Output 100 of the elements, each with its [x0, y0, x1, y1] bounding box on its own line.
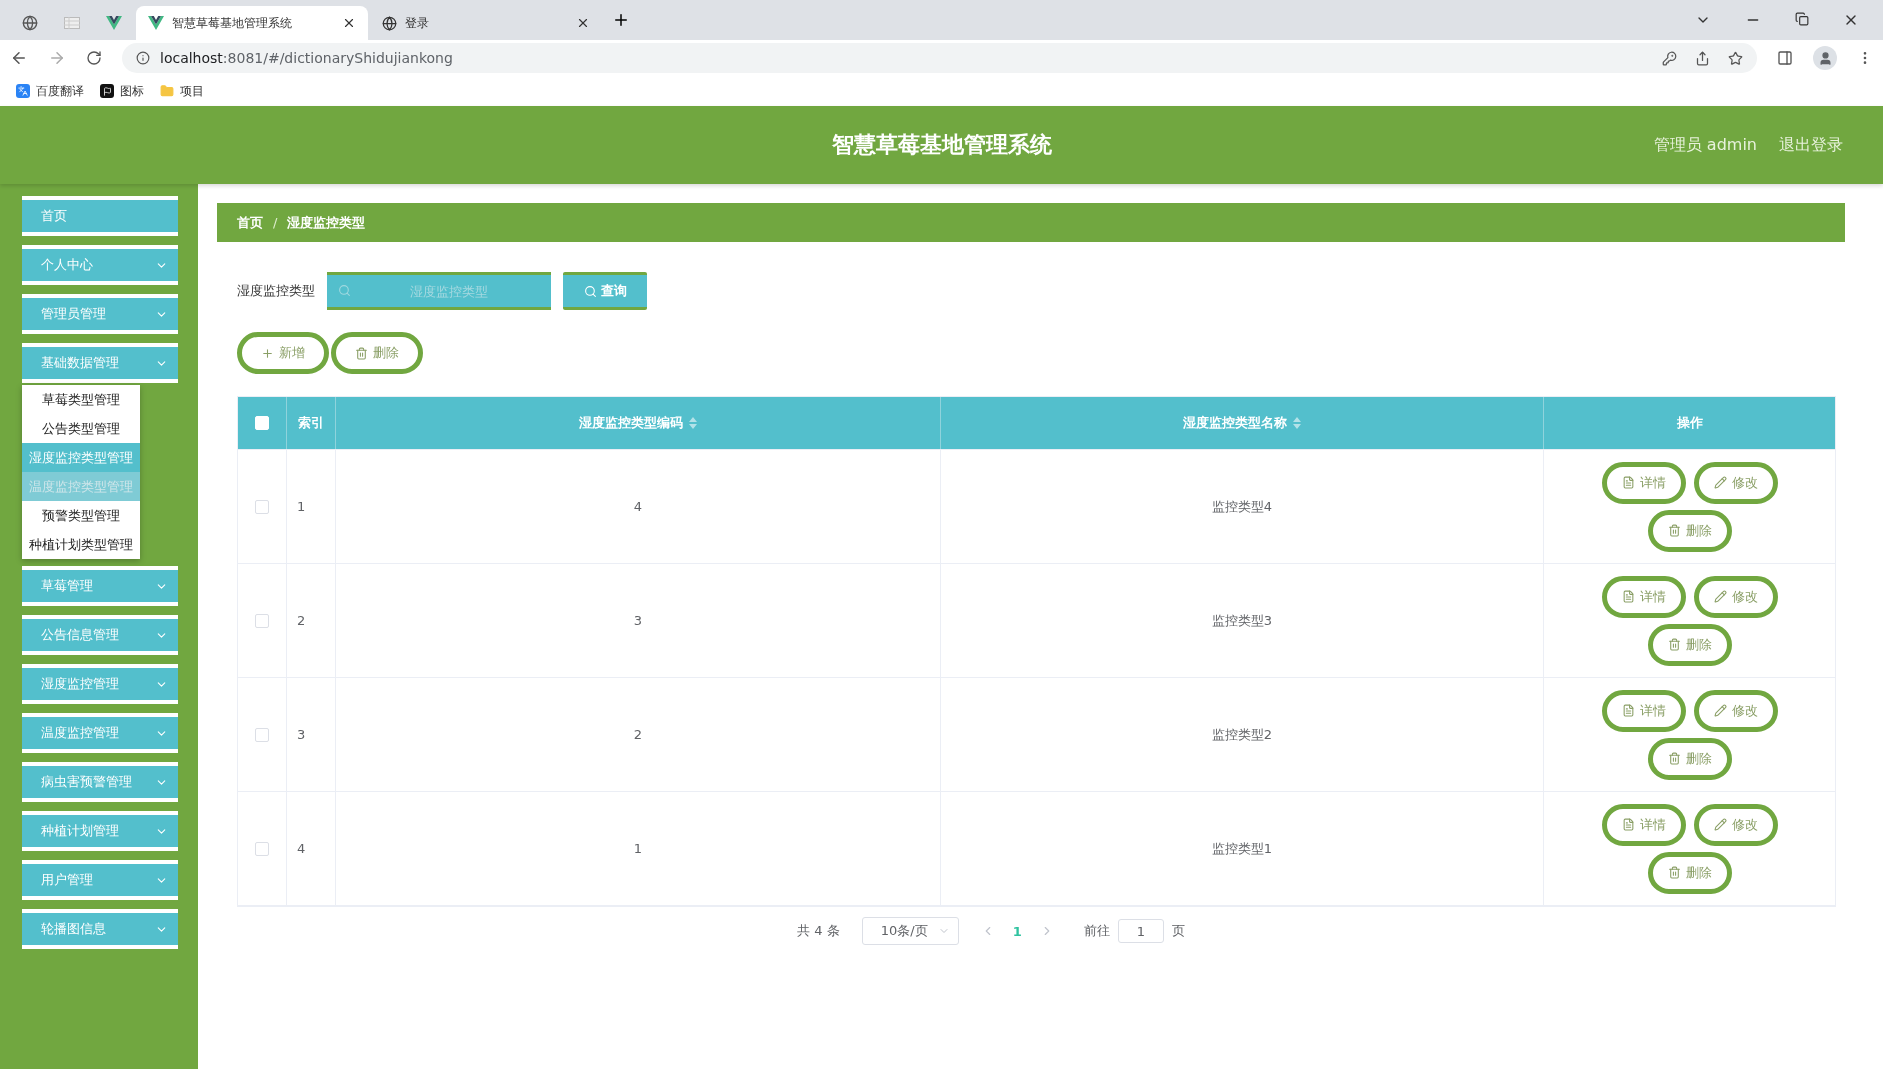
document-icon	[1621, 818, 1635, 831]
document-icon	[1621, 476, 1635, 489]
submenu-item[interactable]: 种植计划类型管理	[22, 530, 140, 559]
table-cell: 监控类型3	[941, 564, 1544, 677]
star-icon[interactable]	[1728, 50, 1743, 66]
table-cell: 1	[287, 450, 336, 563]
details-button[interactable]: 详情	[1601, 461, 1686, 504]
bookmark[interactable]: 百度翻译	[16, 82, 84, 100]
page-size-select[interactable]: 10条/页	[861, 917, 959, 945]
side-panel-icon[interactable]	[1777, 50, 1793, 66]
query-button[interactable]: 查询	[563, 272, 647, 310]
details-button[interactable]: 详情	[1601, 803, 1686, 846]
url-host: localhost	[160, 50, 223, 66]
goto-label: 前往	[1083, 922, 1110, 940]
submenu-item[interactable]: 预警类型管理	[22, 501, 140, 530]
bookmark[interactable]: 项目	[160, 82, 204, 100]
row-checkbox[interactable]	[255, 499, 269, 514]
close-icon[interactable]	[576, 16, 590, 30]
restore-icon[interactable]	[1795, 12, 1809, 26]
delete-button[interactable]: 删除	[1647, 623, 1732, 666]
key-icon[interactable]	[1662, 50, 1677, 66]
sidebar-item[interactable]: 温度监控管理	[22, 713, 178, 753]
pencil-icon	[1713, 818, 1727, 831]
globe-icon[interactable]	[22, 15, 38, 31]
row-checkbox[interactable]	[255, 613, 269, 628]
table-cell: 4	[336, 450, 941, 563]
url-path: :8081/#/dictionaryShidujiankong	[222, 50, 453, 66]
column-header: 索引	[287, 397, 336, 449]
column-header[interactable]: 湿度监控类型编码	[336, 397, 941, 449]
sidebar-item[interactable]: 首页	[22, 196, 178, 236]
row-checkbox[interactable]	[255, 841, 269, 856]
submenu-item[interactable]: 湿度监控类型管理	[22, 443, 140, 472]
trash-icon	[1667, 524, 1681, 537]
breadcrumb-item[interactable]: 湿度监控类型	[287, 213, 366, 232]
sidebar-item[interactable]: 基础数据管理	[22, 343, 178, 383]
address-bar[interactable]: localhost:8081/#/dictionaryShidujiankong	[122, 43, 1757, 73]
plus-icon	[261, 346, 274, 360]
user-label: 管理员 admin	[1653, 134, 1757, 156]
row-checkbox[interactable]	[255, 727, 269, 742]
delete-button[interactable]: 删除	[1647, 509, 1732, 552]
back-icon[interactable]	[10, 49, 28, 67]
profile-avatar[interactable]	[1813, 46, 1837, 70]
sidebar-item[interactable]: 病虫害预警管理	[22, 762, 178, 802]
document-icon	[1621, 590, 1635, 603]
sidebar-item[interactable]: 种植计划管理	[22, 811, 178, 851]
search-field[interactable]: 湿度监控类型	[327, 272, 551, 310]
trash-icon	[1667, 638, 1681, 651]
delete-button[interactable]: 删除	[331, 332, 423, 374]
edit-button[interactable]: 修改	[1693, 803, 1778, 846]
new-tab-icon[interactable]	[612, 11, 630, 29]
close-icon[interactable]	[342, 16, 356, 30]
total-count: 共 4 条	[797, 922, 840, 940]
submenu-item[interactable]: 公告类型管理	[22, 414, 140, 443]
reload-icon[interactable]	[86, 50, 102, 66]
breadcrumb-separator: /	[273, 215, 278, 230]
search-label: 湿度监控类型	[237, 282, 315, 300]
trash-icon	[1667, 752, 1681, 765]
sidebar-item[interactable]: 用户管理	[22, 860, 178, 900]
search-icon	[583, 284, 597, 298]
trash-icon	[355, 346, 368, 360]
add-button[interactable]: 新增	[237, 332, 329, 374]
edit-button[interactable]: 修改	[1693, 461, 1778, 504]
select-all-checkbox[interactable]	[255, 416, 269, 430]
folder-icon	[160, 84, 174, 98]
sidebar-item[interactable]: 轮播图信息	[22, 909, 178, 949]
page-number[interactable]: 1	[1006, 922, 1028, 940]
details-button[interactable]: 详情	[1601, 575, 1686, 618]
breadcrumb-item[interactable]: 首页	[237, 213, 263, 232]
sidebar-item[interactable]: 湿度监控管理	[22, 664, 178, 704]
edit-button[interactable]: 修改	[1693, 575, 1778, 618]
translate-icon	[16, 84, 30, 98]
sidebar-item[interactable]: 草莓管理	[22, 566, 178, 606]
table-cell: 3	[287, 678, 336, 791]
table-cell: 1	[336, 792, 941, 905]
sidebar-item[interactable]: 个人中心	[22, 245, 178, 285]
logout-link[interactable]: 退出登录	[1779, 134, 1843, 156]
browser-tab[interactable]: 登录	[370, 6, 602, 40]
table-cell: 监控类型2	[941, 678, 1544, 791]
vue-logo-icon	[106, 16, 122, 30]
page-suffix: 页	[1171, 922, 1185, 940]
info-icon[interactable]	[136, 51, 150, 65]
sidebar-item[interactable]: 公告信息管理	[22, 615, 178, 655]
browser-tab[interactable]: 智慧草莓基地管理系统	[136, 6, 368, 40]
submenu-item[interactable]: 草莓类型管理	[22, 385, 140, 414]
goto-page-field[interactable]: 1	[1117, 919, 1164, 943]
table-cell: 2	[287, 564, 336, 677]
table-cell: 监控类型4	[941, 450, 1544, 563]
bookmark[interactable]: 图标	[100, 82, 144, 100]
edit-button[interactable]: 修改	[1693, 689, 1778, 732]
details-button[interactable]: 详情	[1601, 689, 1686, 732]
share-icon[interactable]	[1695, 50, 1710, 66]
flag-icon	[100, 84, 114, 98]
vue-logo-icon	[148, 16, 164, 30]
delete-button[interactable]: 删除	[1647, 851, 1732, 894]
delete-button[interactable]: 删除	[1647, 737, 1732, 780]
column-header[interactable]: 湿度监控类型名称	[941, 397, 1544, 449]
pencil-icon	[1713, 590, 1727, 603]
app-title: 智慧草莓基地管理系统	[831, 132, 1052, 157]
sidebar-item[interactable]: 管理员管理	[22, 294, 178, 334]
table-cell: 4	[287, 792, 336, 905]
